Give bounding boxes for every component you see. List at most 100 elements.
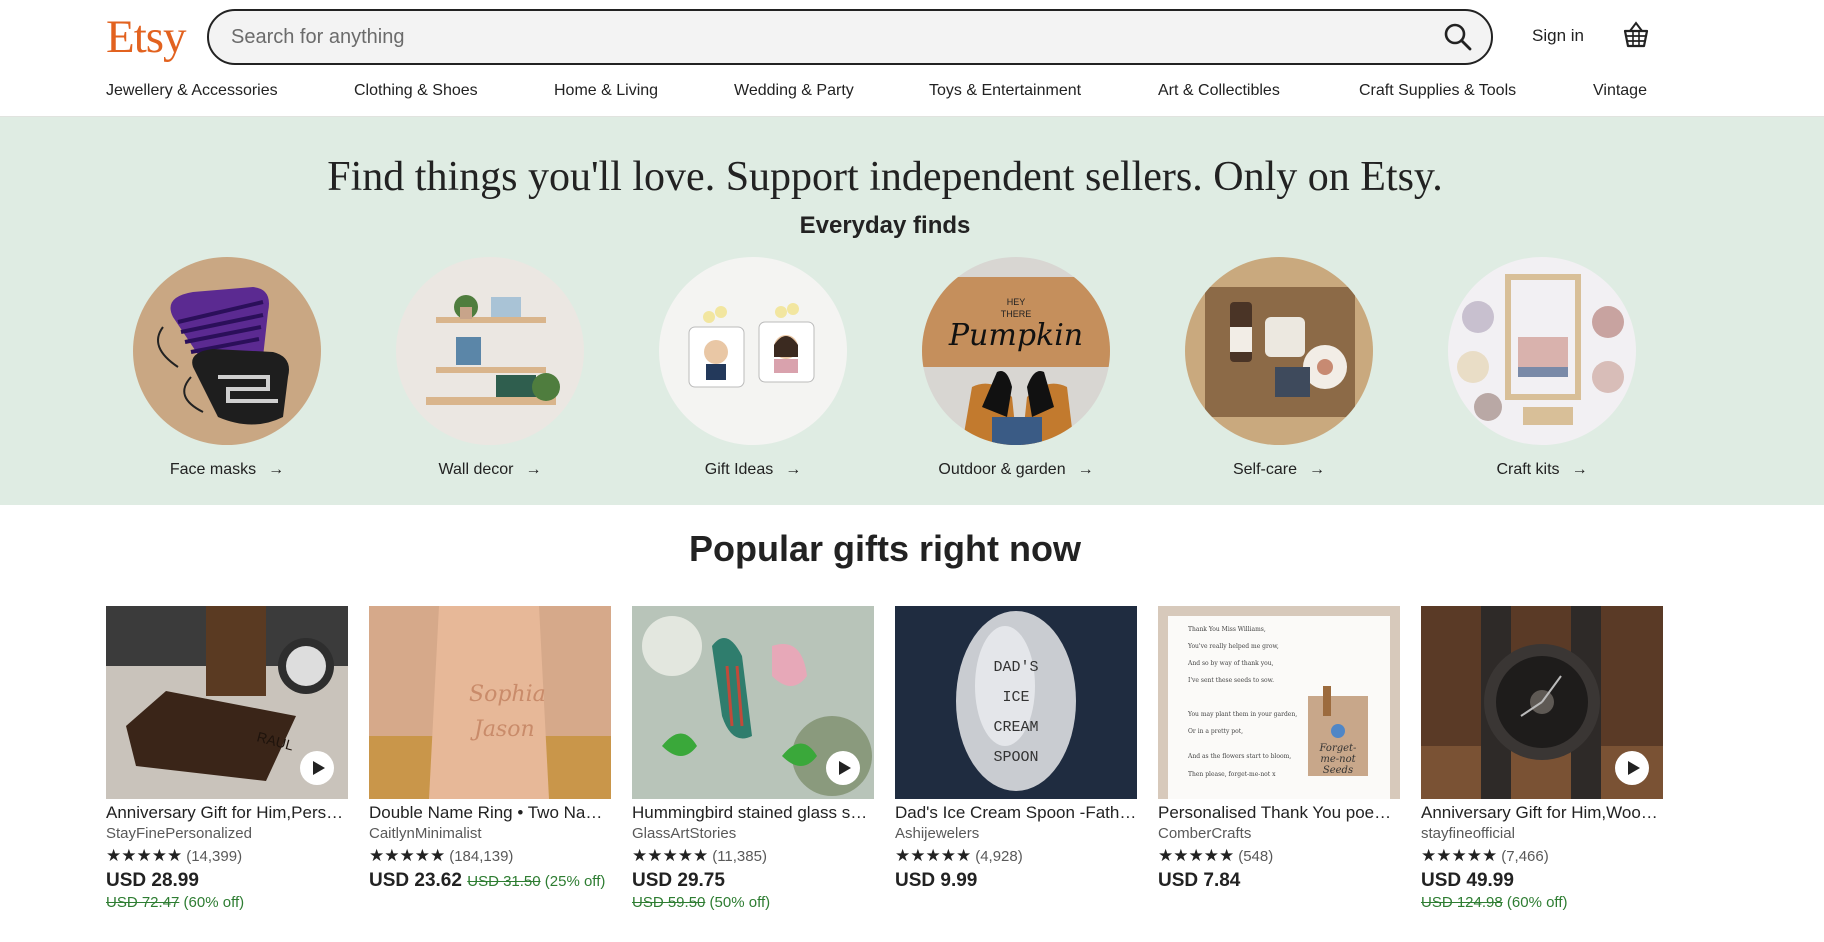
shop-name: CaitlynMinimalist <box>369 825 482 842</box>
original-price: USD 124.98 <box>1421 894 1503 911</box>
sign-in-link[interactable]: Sign in <box>1532 26 1584 46</box>
discount-inline: USD 31.50 (25% off) <box>467 873 605 890</box>
find-gift-ideas[interactable]: Gift Ideas → <box>658 257 848 479</box>
spoon-text-1: DAD'S <box>993 659 1038 676</box>
seed-tag-text: Seeds <box>1323 765 1353 776</box>
rating: ★★★★★ (548) <box>1158 846 1400 866</box>
discount-line: USD 59.50 (50% off) <box>632 894 874 911</box>
rating: ★★★★★ (14,399) <box>106 846 348 866</box>
product-title[interactable]: Anniversary Gift for Him,Wooden Watch <box>1421 803 1663 823</box>
discount-line: USD 72.47 (60% off) <box>106 894 348 911</box>
star-rating-icon: ★★★★★ <box>106 846 183 865</box>
product-image <box>1421 606 1663 799</box>
star-rating-icon: ★★★★★ <box>632 846 709 865</box>
arrow-right-icon: → <box>785 461 802 478</box>
shop-name: StayFinePersonalized <box>106 825 252 842</box>
face-masks-label: Face masks <box>169 461 257 478</box>
product-title[interactable]: Hummingbird stained glass suncatcher <box>632 803 874 823</box>
search-input[interactable] <box>231 11 1401 63</box>
gift-ideas-image <box>659 257 847 445</box>
nav-clothing-shoes[interactable]: Clothing & Shoes <box>354 82 478 100</box>
shop-name: stayfineofficial <box>1421 825 1515 842</box>
find-wall-decor[interactable]: Wall decor → <box>395 257 585 479</box>
spoon-text-4: SPOON <box>993 749 1038 766</box>
nav-jewellery-accessories[interactable]: Jewellery & Accessories <box>106 82 278 100</box>
product-card[interactable]: RAUL Anniversary Gift for Him,Personaliz… <box>106 606 348 911</box>
original-price: USD 72.47 <box>106 894 180 911</box>
outdoor-garden-label: Outdoor & garden <box>938 461 1066 478</box>
nav-toys-entertainment[interactable]: Toys & Entertainment <box>929 82 1081 100</box>
nav-craft-supplies-tools[interactable]: Craft Supplies & Tools <box>1359 82 1516 100</box>
product-title[interactable]: Dad's Ice Cream Spoon -Father's Day <box>895 803 1137 823</box>
price: USD 28.99 <box>106 870 199 891</box>
rating: ★★★★★ (4,928) <box>895 846 1137 866</box>
wall-decor-label: Wall decor <box>438 461 514 478</box>
face-masks-image <box>133 257 321 445</box>
outdoor-garden-image: HEY THERE Pumpkin <box>922 257 1110 445</box>
everyday-finds-heading: Everyday finds <box>799 212 971 239</box>
discount-line: USD 124.98 (60% off) <box>1421 894 1663 911</box>
nav-home-living[interactable]: Home & Living <box>554 82 658 100</box>
play-video-icon[interactable] <box>826 751 860 785</box>
star-rating-icon: ★★★★★ <box>1158 846 1235 865</box>
find-craft-kits[interactable]: Craft kits → <box>1447 257 1637 479</box>
gift-ideas-label: Gift Ideas <box>704 461 774 478</box>
card-line: Or in a pretty pot, <box>1188 728 1243 735</box>
product-title[interactable]: Double Name Ring • Two Name Ring <box>369 803 611 823</box>
product-card[interactable]: Thank You Miss Williams, You've really h… <box>1158 606 1400 892</box>
search-icon[interactable] <box>1441 20 1475 54</box>
doormat-text-hey: HEY <box>1007 297 1026 307</box>
card-line: And as the flowers start to bloom, <box>1187 753 1291 760</box>
craft-kits-label: Craft kits <box>1496 461 1560 478</box>
shop-name: ComberCrafts <box>1158 825 1252 842</box>
everyday-finds-row: Face masks → Wall decor → Gift Ideas → H… <box>0 257 1824 497</box>
arrow-right-icon: → <box>1571 461 1588 478</box>
product-image: Thank You Miss Williams, You've really h… <box>1158 606 1400 799</box>
price: USD 7.84 <box>1158 870 1241 891</box>
product-image <box>632 606 874 799</box>
find-outdoor-garden[interactable]: HEY THERE Pumpkin Outdoor & garden → <box>921 257 1111 479</box>
card-line: Then please, forget-me-not x <box>1188 771 1276 778</box>
spoon-text-2: ICE <box>1002 689 1029 706</box>
product-card[interactable]: Anniversary Gift for Him,Wooden Watch st… <box>1421 606 1663 911</box>
arrow-right-icon: → <box>1309 461 1326 478</box>
wall-decor-image <box>396 257 584 445</box>
product-card[interactable]: DAD'S ICE CREAM SPOON Dad's Ice Cream Sp… <box>895 606 1137 892</box>
product-card[interactable]: Sophia Jason Double Name Ring • Two Name… <box>369 606 611 892</box>
find-face-masks[interactable]: Face masks → <box>132 257 322 479</box>
card-line: Thank You Miss Williams, <box>1188 626 1266 633</box>
card-line: You may plant them in your garden, <box>1187 711 1297 718</box>
ring-name-1: Sophia <box>469 682 546 707</box>
nav-wedding-party[interactable]: Wedding & Party <box>734 82 854 100</box>
rating: ★★★★★ (184,139) <box>369 846 611 866</box>
shop-name: GlassArtStories <box>632 825 737 842</box>
play-video-icon[interactable] <box>300 751 334 785</box>
original-price: USD 59.50 <box>632 894 706 911</box>
site-header: Etsy Sign in Jewellery & Accessories Clo… <box>0 0 1824 117</box>
self-care-image <box>1185 257 1373 445</box>
nav-vintage[interactable]: Vintage <box>1593 82 1647 100</box>
popular-gifts-heading: Popular gifts right now <box>689 528 1081 569</box>
discount-percent: (60% off) <box>183 894 245 911</box>
product-title[interactable]: Anniversary Gift for Him,Personalized Wa… <box>106 803 348 823</box>
nav-art-collectibles[interactable]: Art & Collectibles <box>1158 82 1280 100</box>
price: USD 23.62 USD 31.50 (25% off) <box>369 870 611 892</box>
card-line: And so by way of thank you, <box>1187 660 1274 667</box>
discount-percent: (25% off) <box>544 873 606 890</box>
star-rating-icon: ★★★★★ <box>1421 846 1498 865</box>
search-bar <box>207 9 1493 65</box>
original-price: USD 31.50 <box>467 873 541 890</box>
play-video-icon[interactable] <box>1615 751 1649 785</box>
star-rating-icon: ★★★★★ <box>895 846 972 865</box>
product-image: RAUL <box>106 606 348 799</box>
cart-basket-icon[interactable] <box>1621 20 1651 50</box>
price: USD 29.75 <box>632 870 725 891</box>
product-title[interactable]: Personalised Thank You poem card <box>1158 803 1400 823</box>
product-card[interactable]: Hummingbird stained glass suncatcher Gla… <box>632 606 874 911</box>
find-self-care[interactable]: Self-care → <box>1184 257 1374 479</box>
rating: ★★★★★ (7,466) <box>1421 846 1663 866</box>
etsy-logo[interactable]: Etsy <box>106 10 187 64</box>
popular-products-row: RAUL Anniversary Gift for Him,Personaliz… <box>106 606 1666 936</box>
arrow-right-icon: → <box>525 461 542 478</box>
price: USD 49.99 <box>1421 870 1514 891</box>
